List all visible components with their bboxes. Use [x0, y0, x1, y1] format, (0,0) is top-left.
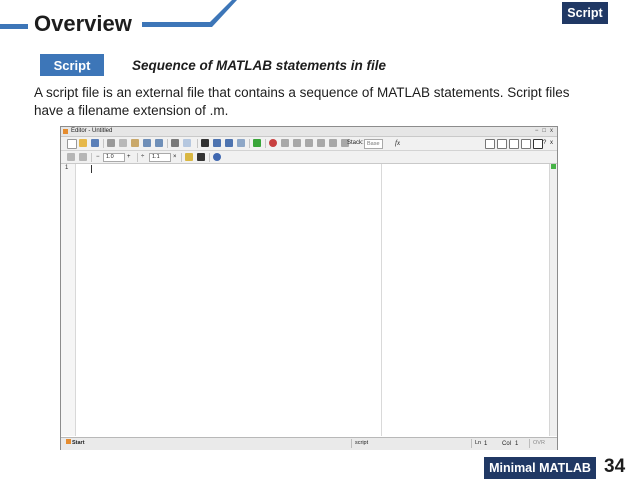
editor-status-bar: Start script Ln 1 Col 1 OVR	[61, 437, 557, 450]
toolbar-separator	[103, 139, 104, 148]
ovr-indicator: OVR	[529, 439, 545, 448]
function-browser-icon[interactable]	[237, 139, 245, 147]
cell-mode-icon[interactable]	[185, 153, 193, 161]
multiply-button[interactable]: ×	[173, 151, 177, 163]
header-accent-bar	[0, 24, 28, 29]
split-horizontal-icon[interactable]	[509, 139, 519, 149]
increment-button[interactable]: +	[127, 151, 131, 163]
print-icon[interactable]	[171, 139, 179, 147]
close-pane-button[interactable]: x	[550, 137, 553, 149]
step-in-icon[interactable]	[305, 139, 313, 147]
open-folder-icon[interactable]	[79, 139, 87, 147]
close-button[interactable]: x	[550, 127, 553, 136]
topic-subtitle: Sequence of MATLAB statements in file	[132, 58, 387, 73]
line-number: 1	[65, 165, 69, 171]
maximize-pane-icon[interactable]	[533, 139, 543, 149]
toolbar-separator	[209, 153, 210, 162]
matlab-logo-icon	[63, 129, 68, 134]
col-value: 1	[515, 441, 519, 447]
undo-icon[interactable]	[143, 139, 151, 147]
split-vertical-icon[interactable]	[497, 139, 507, 149]
cell-find-icon[interactable]	[197, 153, 205, 161]
toolbar-separator	[249, 139, 250, 148]
topic-chip: Script	[40, 54, 104, 76]
stack-select[interactable]: Base	[364, 139, 383, 149]
save-icon[interactable]	[91, 139, 99, 147]
toolbar-separator	[197, 139, 198, 148]
line-number-gutter	[61, 164, 76, 436]
editor-toolbar-cell: − 1.0 + ÷ 1.1 ×	[61, 151, 557, 164]
breakpoint-icon[interactable]	[269, 139, 277, 147]
cell-value-input-1[interactable]: 1.0	[103, 153, 125, 162]
insert-cell-icon[interactable]	[67, 153, 75, 161]
editor-toolbar-main: Stack: Base fx ? x	[61, 137, 557, 151]
ln-label: Ln	[471, 439, 481, 448]
right-margin-line	[381, 164, 382, 436]
section-tag: Script	[562, 2, 608, 24]
footer-course-label: Minimal MATLAB	[484, 457, 596, 479]
start-button[interactable]: Start	[63, 439, 88, 448]
toolbar-separator	[265, 139, 266, 148]
find-files-icon[interactable]	[183, 139, 191, 147]
vertical-scrollbar[interactable]	[549, 164, 557, 436]
divide-button[interactable]: ÷	[141, 151, 144, 163]
matlab-editor-window: Editor - Untitled − □ x Stack: Base fx ?…	[60, 126, 558, 450]
start-label: Start	[72, 440, 85, 446]
maximize-button[interactable]: □	[542, 127, 546, 136]
copy-icon[interactable]	[119, 139, 127, 147]
page-title: Overview	[34, 11, 132, 36]
help-icon[interactable]	[213, 153, 221, 161]
tile-layout-icon[interactable]	[485, 139, 495, 149]
toolbar-separator	[181, 153, 182, 162]
file-type-field: script	[351, 439, 471, 448]
decrement-button[interactable]: −	[96, 151, 100, 163]
continue-icon[interactable]	[329, 139, 337, 147]
binoculars-icon[interactable]	[201, 139, 209, 147]
stack-label: Stack:	[347, 140, 364, 146]
toolbar-separator	[91, 153, 92, 162]
clear-breakpoints-icon[interactable]	[281, 139, 289, 147]
redo-icon[interactable]	[155, 139, 163, 147]
step-icon[interactable]	[293, 139, 301, 147]
step-out-icon[interactable]	[317, 139, 325, 147]
float-icon[interactable]	[521, 139, 531, 149]
page-number: 34	[604, 456, 626, 477]
window-controls: − □ x	[535, 127, 553, 136]
header-decoration	[142, 0, 237, 27]
code-analyzer-status-icon	[551, 164, 556, 169]
toolbar-separator	[167, 139, 168, 148]
new-file-icon[interactable]	[67, 139, 77, 149]
minimize-button[interactable]: −	[535, 127, 539, 136]
editor-titlebar: Editor - Untitled − □ x	[61, 127, 557, 137]
cut-icon[interactable]	[107, 139, 115, 147]
text-cursor	[91, 165, 92, 173]
run-icon[interactable]	[253, 139, 261, 147]
body-paragraph: A script file is an external file that c…	[34, 85, 570, 118]
col-label: Col	[502, 441, 512, 447]
toolbar-separator	[137, 153, 138, 162]
help-button[interactable]: ?	[543, 137, 546, 149]
fx-button[interactable]: fx	[395, 137, 400, 149]
ln-value: 1	[484, 441, 488, 447]
matlab-logo-icon	[66, 439, 71, 444]
cell-eval-icon[interactable]	[79, 153, 87, 161]
cell-value-input-2[interactable]: 1.1	[149, 153, 171, 162]
forward-arrow-icon[interactable]	[225, 139, 233, 147]
editor-window-title: Editor - Untitled	[71, 128, 113, 134]
paste-icon[interactable]	[131, 139, 139, 147]
back-arrow-icon[interactable]	[213, 139, 221, 147]
